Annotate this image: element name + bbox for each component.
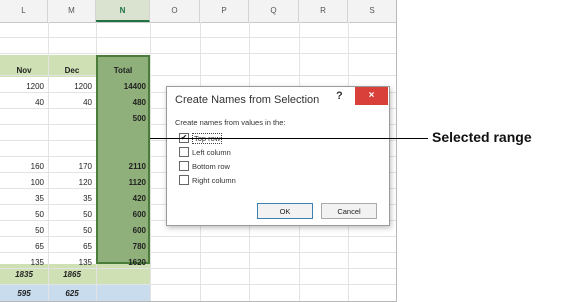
cell-nov[interactable]: 65 [0,239,48,255]
help-icon[interactable]: ? [336,90,343,102]
column-header-r[interactable]: R [299,0,348,22]
create-names-dialog: Create Names from Selection ? × Create n… [166,86,390,226]
cell-nov[interactable]: 160 [0,159,48,175]
cancel-button[interactable]: Cancel [321,203,377,219]
callout-label: Selected range [432,129,532,145]
option-left-column[interactable]: Left column [179,147,231,159]
cell-total[interactable]: 780 [96,239,150,255]
column-header-l[interactable]: L [0,0,48,22]
cell-total[interactable]: 480 [96,95,150,111]
header-dec[interactable]: Dec [48,63,96,79]
grid-row [0,22,396,38]
column-header-m[interactable]: M [48,0,96,22]
dialog-prompt: Create names from values in the: [175,118,286,127]
cell-nov[interactable]: 40 [0,95,48,111]
cell-dec[interactable]: 1200 [48,79,96,95]
cell-dec[interactable]: 120 [48,175,96,191]
checkbox-left-column[interactable] [179,147,189,158]
cell-total[interactable]: 600 [96,207,150,223]
cell-dec[interactable] [48,111,96,127]
cell-nov[interactable]: 35 [0,191,48,207]
header-nov[interactable]: Nov [0,63,48,79]
grid-row [0,38,396,54]
column-headers: L M N O P Q R S [0,0,396,23]
checkbox-right-column[interactable] [179,175,189,186]
callout-line [150,138,428,139]
cell-nov[interactable] [0,111,48,127]
header-total[interactable]: Total [96,63,150,79]
cell-dec[interactable]: 50 [48,207,96,223]
cell-dec[interactable]: 170 [48,159,96,175]
cell-nov[interactable]: 100 [0,175,48,191]
cell-nov[interactable]: 1200 [0,79,48,95]
checkbox-bottom-row[interactable] [179,161,189,172]
dialog-title: Create Names from Selection [175,94,320,106]
summary-nov-green[interactable]: 1835 [0,267,48,283]
cell-total[interactable]: 2110 [96,159,150,175]
option-bottom-row[interactable]: Bottom row [179,161,230,173]
cell-total[interactable]: 600 [96,223,150,239]
summary-nov-blue[interactable]: 595 [0,286,48,301]
spreadsheet-grid: L M N O P Q R S Nov Dec Total 1200 1200 … [0,0,397,302]
column-header-q[interactable]: Q [249,0,299,22]
column-header-n[interactable]: N [96,0,150,22]
option-label: Right column [192,176,236,185]
cell-dec[interactable]: 35 [48,191,96,207]
cell-dec[interactable]: 65 [48,239,96,255]
cell-nov[interactable]: 50 [0,223,48,239]
option-label: Left column [192,148,231,157]
cell-total[interactable]: 420 [96,191,150,207]
close-icon[interactable]: × [355,87,388,105]
cell-dec[interactable]: 50 [48,223,96,239]
column-header-s[interactable]: S [348,0,396,22]
option-top-row[interactable]: ✔Top row [179,133,223,145]
cell-dec[interactable]: 40 [48,95,96,111]
cell-nov[interactable]: 50 [0,207,48,223]
ok-button[interactable]: OK [257,203,313,219]
cell-total[interactable]: 500 [96,111,150,127]
cell-total[interactable]: 14400 [96,79,150,95]
column-header-o[interactable]: O [150,0,200,22]
summary-dec-blue[interactable]: 625 [48,286,96,301]
column-header-p[interactable]: P [200,0,249,22]
option-label: Bottom row [192,162,230,171]
option-right-column[interactable]: Right column [179,175,236,187]
summary-dec-green[interactable]: 1865 [48,267,96,283]
cell-total[interactable]: 1620 [96,255,150,271]
cell-total[interactable]: 1120 [96,175,150,191]
